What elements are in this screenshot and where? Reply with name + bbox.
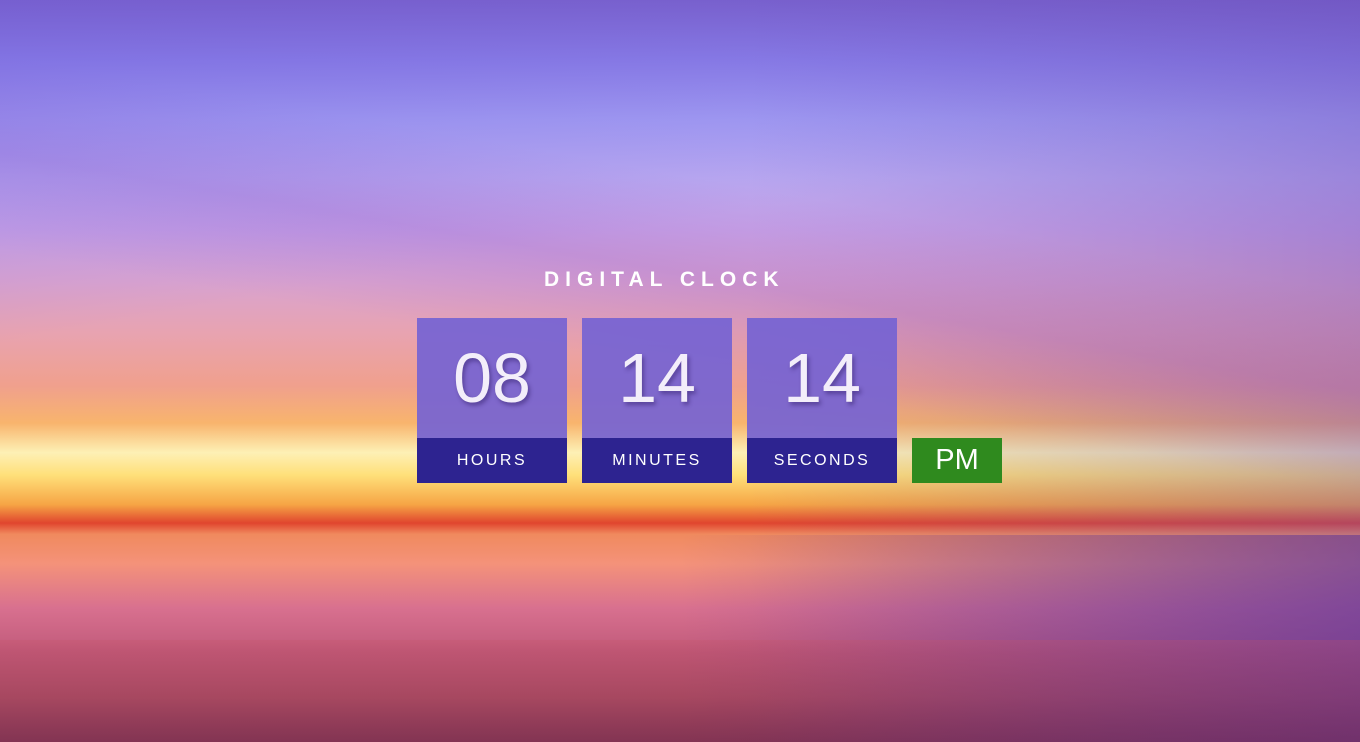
sand-overlay (0, 640, 1360, 742)
hours-unit: 08 HOURS (417, 318, 567, 483)
minutes-value: 14 (582, 318, 732, 438)
seconds-value: 14 (747, 318, 897, 438)
minutes-label: MINUTES (582, 438, 732, 483)
hours-value: 08 (417, 318, 567, 438)
clock-title: DIGITAL CLOCK (544, 268, 785, 291)
minutes-unit: 14 MINUTES (582, 318, 732, 483)
seconds-label: SECONDS (747, 438, 897, 483)
period-badge: PM (912, 438, 1002, 483)
hours-label: HOURS (417, 438, 567, 483)
seconds-unit: 14 SECONDS (747, 318, 897, 483)
